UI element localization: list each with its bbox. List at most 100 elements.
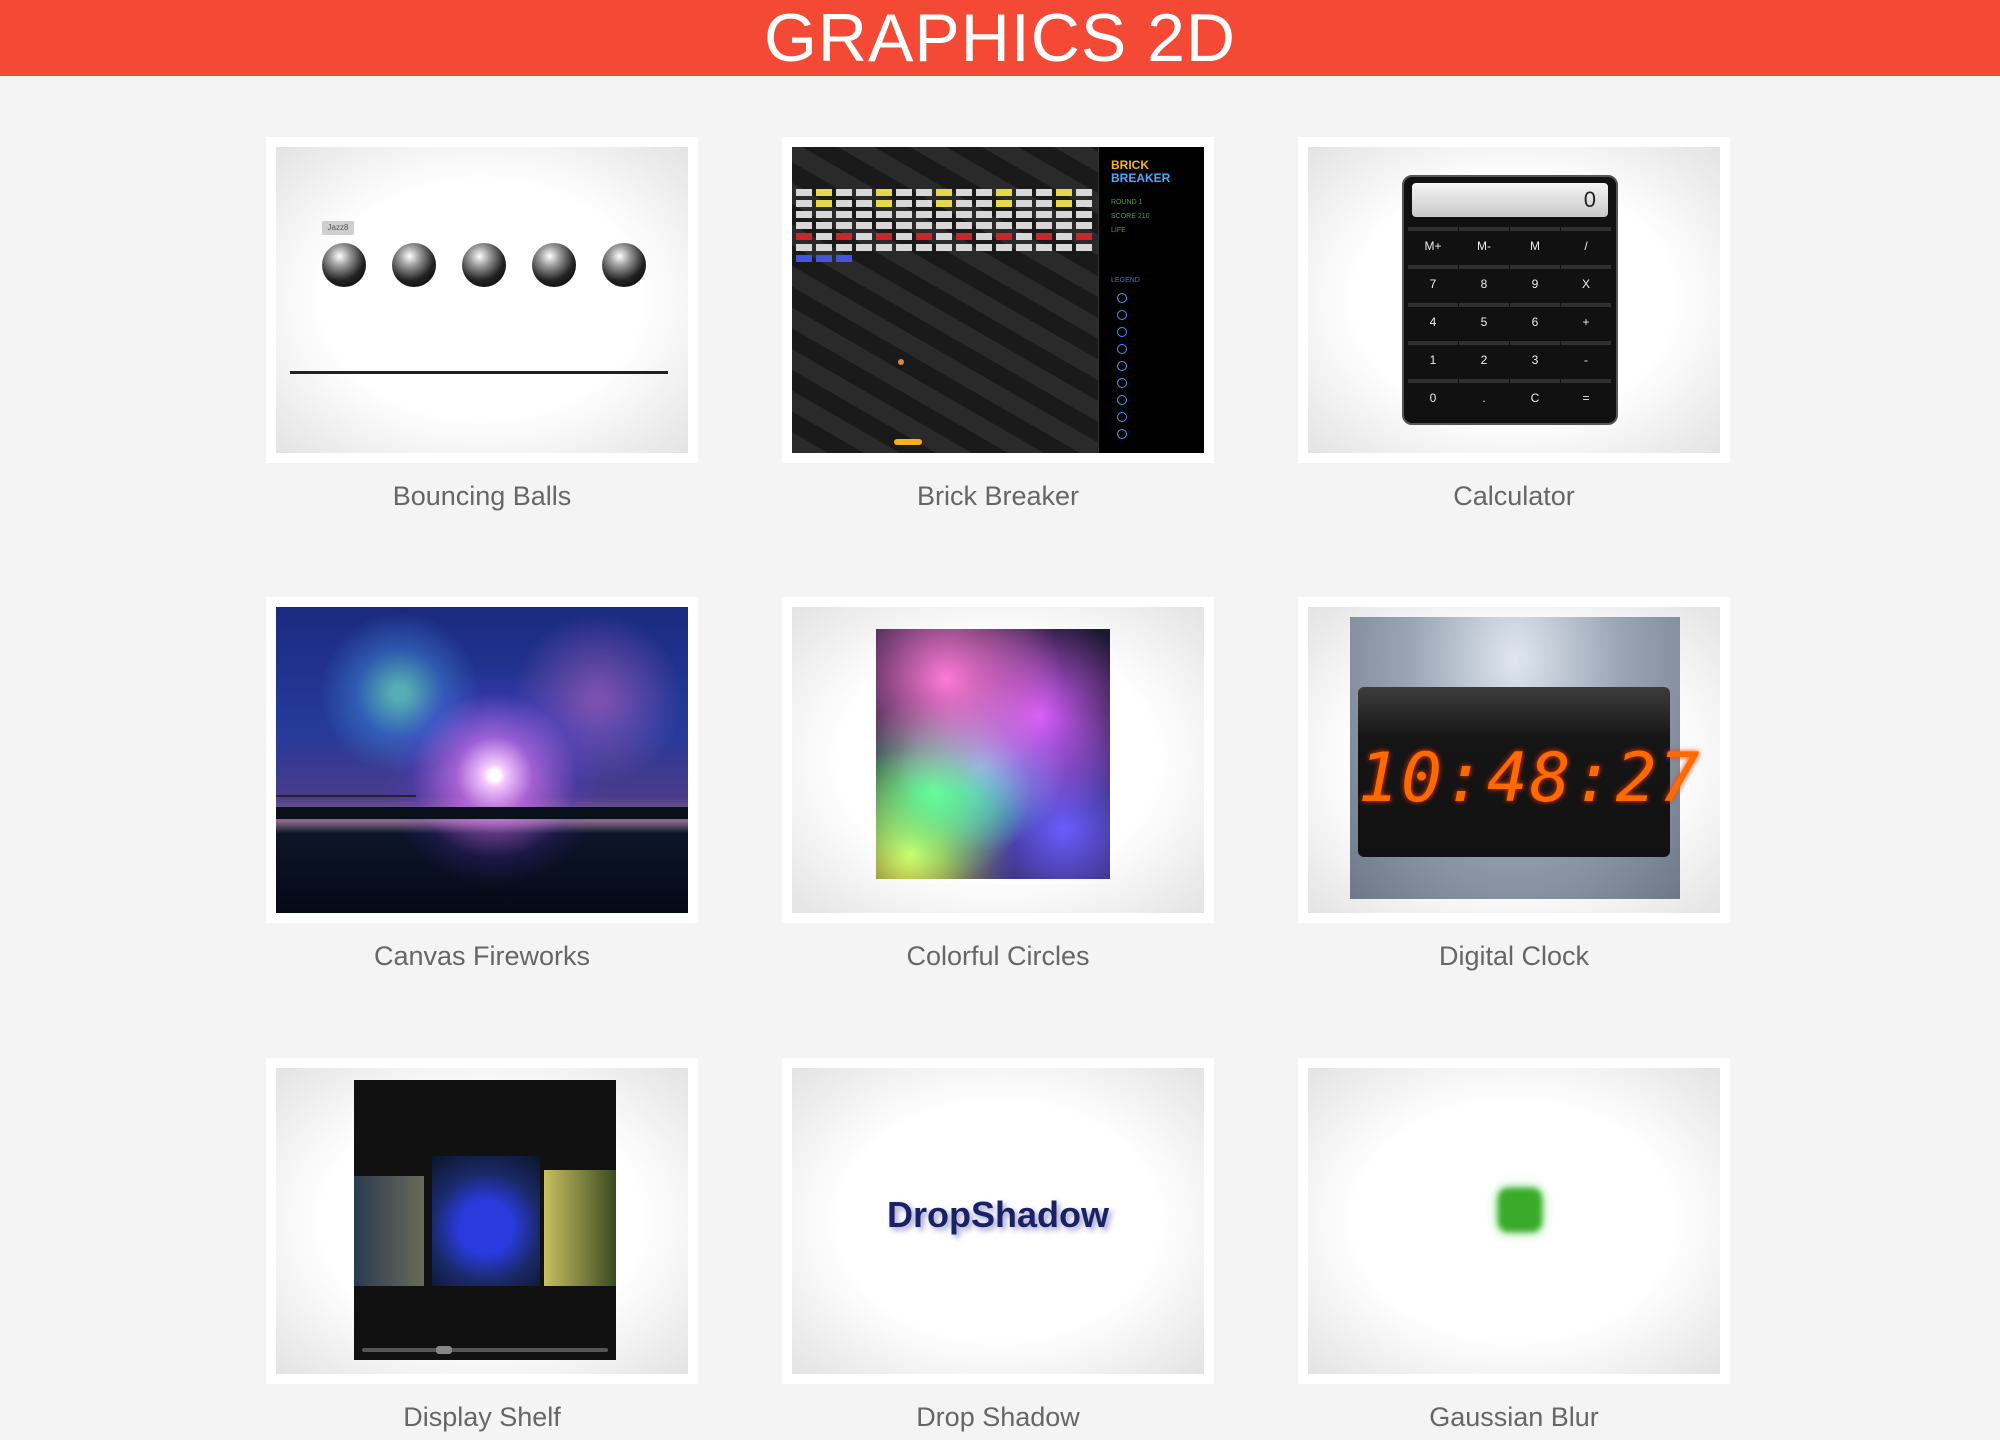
tile-caption[interactable]: Gaussian Blur [1298,1402,1730,1433]
brick [936,189,952,196]
calculator-key[interactable]: = [1561,379,1611,417]
ball [602,243,646,287]
brick [856,244,872,251]
tile-caption[interactable]: Calculator [1298,481,1730,512]
brick [876,211,892,218]
brick [896,222,912,229]
brick [1056,222,1072,229]
tile-caption[interactable]: Brick Breaker [782,481,1214,512]
game-ball [898,359,904,365]
shelf-scrollbar[interactable] [362,1346,608,1354]
brick [1036,211,1052,218]
calculator-key[interactable]: M [1510,227,1560,265]
brick [1076,222,1092,229]
calculator-key[interactable]: 5 [1459,303,1509,341]
brick [916,211,932,218]
tile-bouncing-balls[interactable]: Jazz8 Bouncing Balls [266,137,698,512]
thumbnail-frame[interactable] [266,1058,698,1384]
brick [936,222,952,229]
brick [796,200,812,207]
calculator-key[interactable]: 9 [1510,265,1560,303]
brick [856,233,872,240]
legend-icon [1117,429,1127,439]
life-label: LIFE [1111,227,1126,234]
thumbnail-frame[interactable]: Jazz8 [266,137,698,463]
calculator-key[interactable]: - [1561,341,1611,379]
brick [876,189,892,196]
brick [816,244,832,251]
calculator-key[interactable]: + [1561,303,1611,341]
thumbnail-frame[interactable] [1298,1058,1730,1384]
thumbnail-frame[interactable] [782,597,1214,923]
thumbnail-frame[interactable]: 10:48:27 [1298,597,1730,923]
tile-caption[interactable]: Digital Clock [1298,941,1730,972]
calculator-key[interactable]: M+ [1408,227,1458,265]
brick [996,189,1012,196]
calculator-key[interactable]: 2 [1459,341,1509,379]
brick [1036,200,1052,207]
calculator-key[interactable]: 1 [1408,341,1458,379]
tile-caption[interactable]: Display Shelf [266,1402,698,1433]
brick [876,200,892,207]
thumbnail-frame[interactable]: 0 M+ M- M/ 7 8 9 X 4 5 6 +1 2 3- 0. C = [1298,137,1730,463]
calculator-key[interactable]: 4 [1408,303,1458,341]
brick [1076,233,1092,240]
calculator-key[interactable]: 0 [1408,379,1458,417]
tile-brick-breaker[interactable]: BRICK BREAKER ROUND 1 SCORE 210 LIFE LEG… [782,137,1214,512]
brick [876,233,892,240]
brick [796,189,812,196]
tile-caption[interactable]: Bouncing Balls [266,481,698,512]
scrollbar-thumb[interactable] [436,1346,452,1354]
brick-grid [796,189,1092,262]
brick [856,200,872,207]
tile-drop-shadow[interactable]: DropShadow Drop Shadow [782,1058,1214,1433]
calculator-key[interactable]: C [1510,379,1560,417]
shelf-scene [354,1080,616,1360]
brick [1016,233,1032,240]
tile-display-shelf[interactable]: Display Shelf [266,1058,698,1433]
brick [996,233,1012,240]
brick [1016,200,1032,207]
ball [392,243,436,287]
tile-caption[interactable]: Colorful Circles [782,941,1214,972]
calculator-key[interactable]: 3 [1510,341,1560,379]
shelf-image [432,1156,540,1286]
brick [816,200,832,207]
brick [916,244,932,251]
tile-caption[interactable]: Drop Shadow [782,1402,1214,1433]
brick [856,222,872,229]
brick [1016,222,1032,229]
calculator-key[interactable]: . [1459,379,1509,417]
city-skyline [276,807,688,819]
tile-colorful-circles[interactable]: Colorful Circles [782,597,1214,972]
thumbnail-frame[interactable] [266,597,698,923]
tile-canvas-fireworks[interactable]: Canvas Fireworks [266,597,698,972]
calculator-key[interactable]: 7 [1408,265,1458,303]
brick [976,222,992,229]
brick [836,255,852,262]
calculator-key[interactable]: 6 [1510,303,1560,341]
brick [1016,244,1032,251]
tile-digital-clock[interactable]: 10:48:27 Digital Clock [1298,597,1730,972]
brick [976,211,992,218]
legend-icon [1117,378,1127,388]
brick [956,211,972,218]
thumbnail-frame[interactable]: DropShadow [782,1058,1214,1384]
calculator-key[interactable]: M- [1459,227,1509,265]
calculator-key[interactable]: / [1561,227,1611,265]
tile-gaussian-blur[interactable]: Gaussian Blur [1298,1058,1730,1433]
legend-icon [1117,412,1127,422]
digital-clock-thumbnail: 10:48:27 [1308,607,1720,913]
brick [976,233,992,240]
tile-caption[interactable]: Canvas Fireworks [266,941,698,972]
brick [876,244,892,251]
brick [936,244,952,251]
calculator-key[interactable]: X [1561,265,1611,303]
brick [936,211,952,218]
drop-shadow-text: DropShadow [887,1194,1109,1235]
tile-calculator[interactable]: 0 M+ M- M/ 7 8 9 X 4 5 6 +1 2 3- 0. C = Calculator [1298,137,1730,512]
calculator-key[interactable]: 8 [1459,265,1509,303]
thumbnail-frame[interactable]: BRICK BREAKER ROUND 1 SCORE 210 LIFE LEG… [782,137,1214,463]
clock-time: 10:48:27 [1358,739,1702,818]
brick [996,244,1012,251]
